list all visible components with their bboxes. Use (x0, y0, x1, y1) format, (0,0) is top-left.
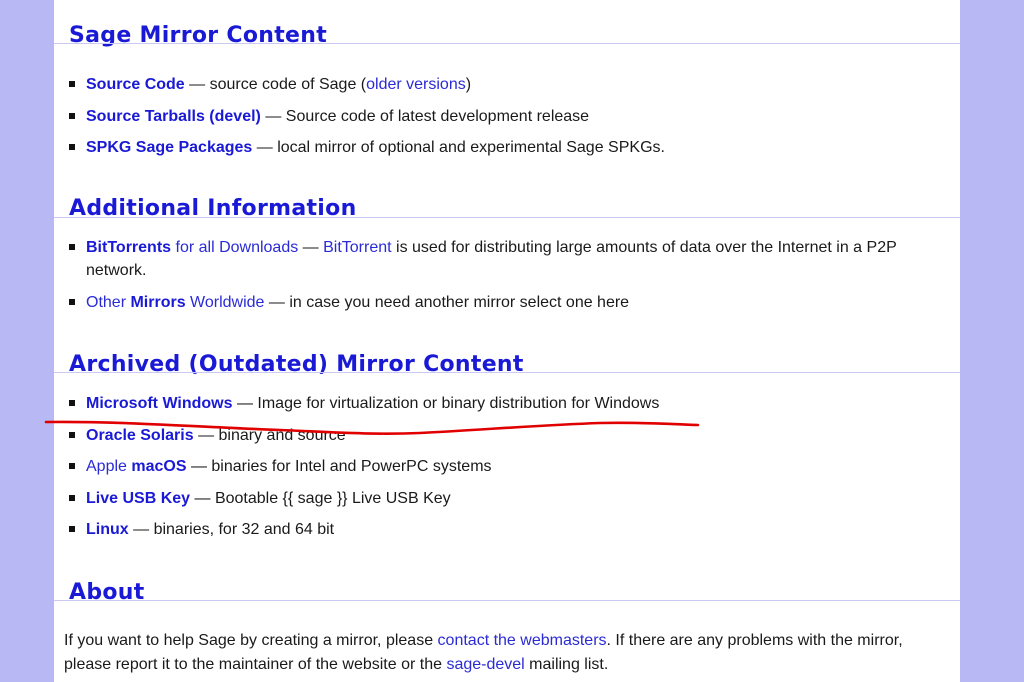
link-sage-devel[interactable]: sage-devel (446, 656, 524, 673)
separator: — (232, 395, 258, 412)
list-item-live-usb: Live USB Key — Bootable {{ sage }} Live … (54, 487, 934, 510)
link-bold-part: BitTorrents (86, 239, 172, 256)
separator: — (190, 489, 215, 507)
list-item-solaris: Oracle Solaris — binary and source (54, 424, 934, 447)
list-item-macos: Apple macOS — binaries for Intel and Pow… (54, 455, 934, 478)
heading-about: About (69, 580, 145, 605)
bullet (69, 144, 75, 150)
list-item-linux: Linux — binaries, for 32 and 64 bit (54, 518, 934, 541)
separator: — (193, 426, 219, 444)
item-description: Image for virtualization or binary distr… (257, 395, 660, 412)
separator: — (264, 294, 290, 311)
link-bold-part: macOS (131, 458, 187, 475)
item-description: binaries, for 32 and 64 bit (153, 521, 335, 538)
separator: — (186, 458, 212, 475)
list-item-bittorrents: BitTorrents for all Downloads — BitTorre… (54, 236, 926, 282)
link-rest: Worldwide (185, 294, 265, 311)
heading-additional-information: Additional Information (69, 196, 357, 221)
separator: — (252, 139, 278, 156)
link-oracle-solaris[interactable]: Oracle Solaris (86, 427, 194, 444)
about-text-1: If you want to help Sage by creating a m… (64, 632, 438, 649)
heading-rule (54, 600, 960, 601)
item-description-end: ) (465, 76, 472, 93)
link-source-tarballs[interactable]: Source Tarballs (devel) (86, 108, 261, 125)
link-bittorrent[interactable]: BitTorrent (323, 239, 391, 256)
mirror-content-list: Source Code — source code of Sage (older… (54, 73, 934, 159)
link-pre: Apple (86, 458, 132, 475)
item-description: binary and source (218, 426, 346, 444)
link-older-versions[interactable]: older versions (366, 76, 466, 93)
bullet (69, 463, 75, 469)
link-bittorrents-downloads[interactable]: BitTorrents for all Downloads (86, 239, 298, 256)
link-linux[interactable]: Linux (86, 521, 129, 538)
link-spkg-packages[interactable]: SPKG Sage Packages (86, 139, 252, 156)
heading-rule (54, 43, 960, 44)
separator: — (128, 521, 154, 538)
link-rest: for all Downloads (171, 239, 299, 256)
bullet (69, 494, 75, 501)
item-description: Bootable {{ sage }} Live USB Key (214, 489, 451, 507)
list-item-windows: Microsoft Windows — Image for virtualiza… (54, 392, 934, 415)
item-description: source code of Sage ( (209, 76, 367, 93)
heading-rule (54, 217, 960, 218)
bullet (69, 299, 75, 305)
bullet (69, 244, 75, 250)
bullet (69, 112, 75, 119)
item-description: binaries for Intel and PowerPC systems (211, 458, 492, 475)
separator: — (260, 107, 286, 125)
list-item-spkg: SPKG Sage Packages — local mirror of opt… (54, 136, 934, 159)
link-other-mirrors[interactable]: Other Mirrors Worldwide (86, 294, 264, 311)
link-microsoft-windows[interactable]: Microsoft Windows (86, 395, 233, 412)
item-description: local mirror of optional and experimenta… (277, 139, 665, 156)
heading-rule (54, 372, 960, 373)
heading-archived-content: Archived (Outdated) Mirror Content (69, 352, 524, 377)
item-description: in case you need another mirror select o… (289, 294, 630, 311)
bullet (69, 81, 75, 87)
bullet (69, 526, 75, 532)
list-item-mirrors: Other Mirrors Worldwide — in case you ne… (54, 291, 934, 314)
link-live-usb-key[interactable]: Live USB Key (86, 490, 190, 507)
additional-info-list: BitTorrents for all Downloads — BitTorre… (54, 236, 934, 314)
item-description: Source code of latest development releas… (285, 107, 590, 125)
page-content: Sage Mirror Content Source Code — source… (54, 0, 960, 682)
about-paragraph: If you want to help Sage by creating a m… (64, 629, 924, 677)
list-item-source-tarballs: Source Tarballs (devel) — Source code of… (54, 105, 934, 128)
link-contact-webmasters[interactable]: contact the webmasters (438, 632, 607, 649)
link-apple-macos[interactable]: Apple macOS (86, 458, 187, 475)
link-source-code[interactable]: Source Code (86, 76, 185, 93)
separator: — (298, 239, 324, 256)
about-text-3: mailing list. (524, 656, 609, 673)
bullet (69, 431, 75, 438)
link-bold-part: Mirrors (130, 294, 186, 311)
link-pre: Other (86, 294, 131, 311)
heading-sage-mirror-content: Sage Mirror Content (69, 23, 328, 48)
list-item-source-code: Source Code — source code of Sage (older… (54, 73, 934, 96)
archived-list: Microsoft Windows — Image for virtualiza… (54, 392, 934, 541)
bullet (69, 400, 75, 406)
separator: — (184, 76, 210, 93)
